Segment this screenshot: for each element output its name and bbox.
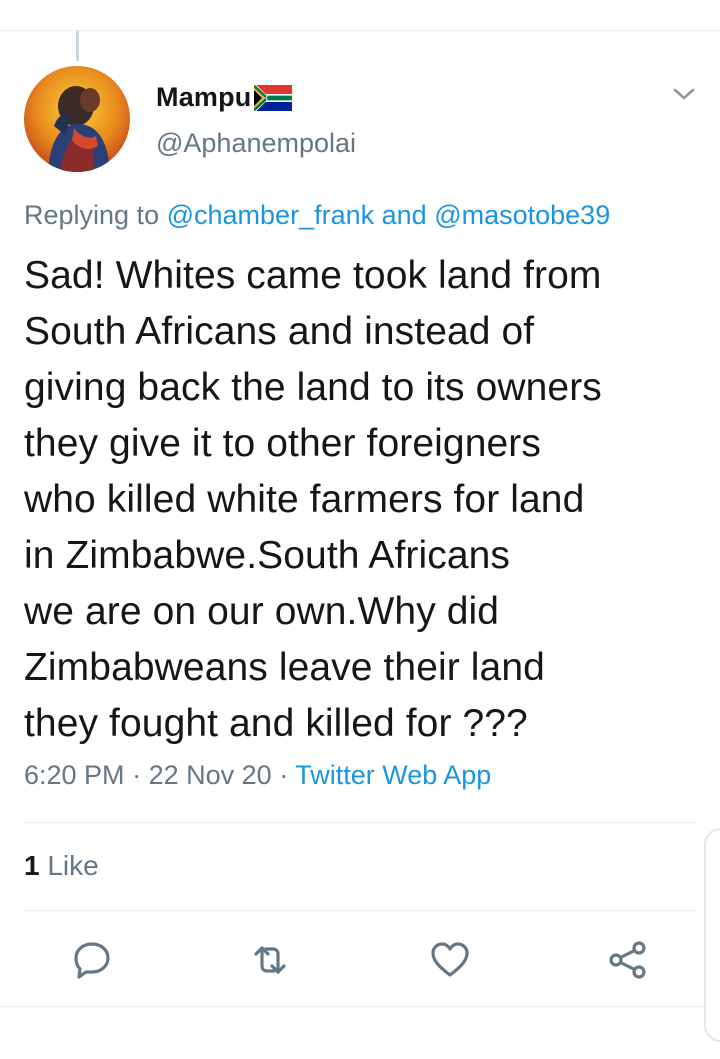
south-africa-flag-icon [253,84,292,111]
like-icon[interactable] [428,938,472,982]
share-icon[interactable] [606,938,650,982]
likes-summary[interactable]: 1 Like [24,850,99,882]
tweet-date[interactable]: 22 Nov 20 [149,760,272,790]
likes-label: Like [47,850,99,881]
chevron-down-icon[interactable] [671,84,697,104]
replying-to-label: Replying to [24,200,160,230]
reply-icon[interactable] [70,938,114,982]
tweet-time[interactable]: 6:20 PM [24,760,125,790]
divider [0,1006,720,1007]
edge-panel-handle[interactable] [704,828,720,1042]
tweet-meta: 6:20 PM · 22 Nov 20 · Twitter Web App [24,760,491,791]
author-handle[interactable]: @Aphanempolai [156,128,356,159]
replying-to-line: Replying to @chamber_frank and @masotobe… [24,200,610,231]
divider [24,822,696,823]
meta-separator: · [132,760,142,790]
divider [24,910,696,911]
replying-and-text[interactable]: and [382,200,427,230]
mention-link[interactable]: @masotobe39 [434,200,610,230]
author-display-name[interactable]: Mampu [156,82,252,113]
tweet-text: Sad! Whites came took land from South Af… [24,254,602,745]
author-name-row[interactable]: Mampu [156,82,292,113]
avatar-image [24,66,130,172]
mention-link[interactable]: @chamber_frank [167,200,375,230]
avatar[interactable] [24,66,130,172]
thread-connector-line [76,31,79,61]
tweet-source-link[interactable]: Twitter Web App [295,760,491,790]
meta-separator: · [279,760,289,790]
top-divider [0,30,720,31]
retweet-icon[interactable] [248,938,292,982]
likes-count: 1 [24,850,40,881]
